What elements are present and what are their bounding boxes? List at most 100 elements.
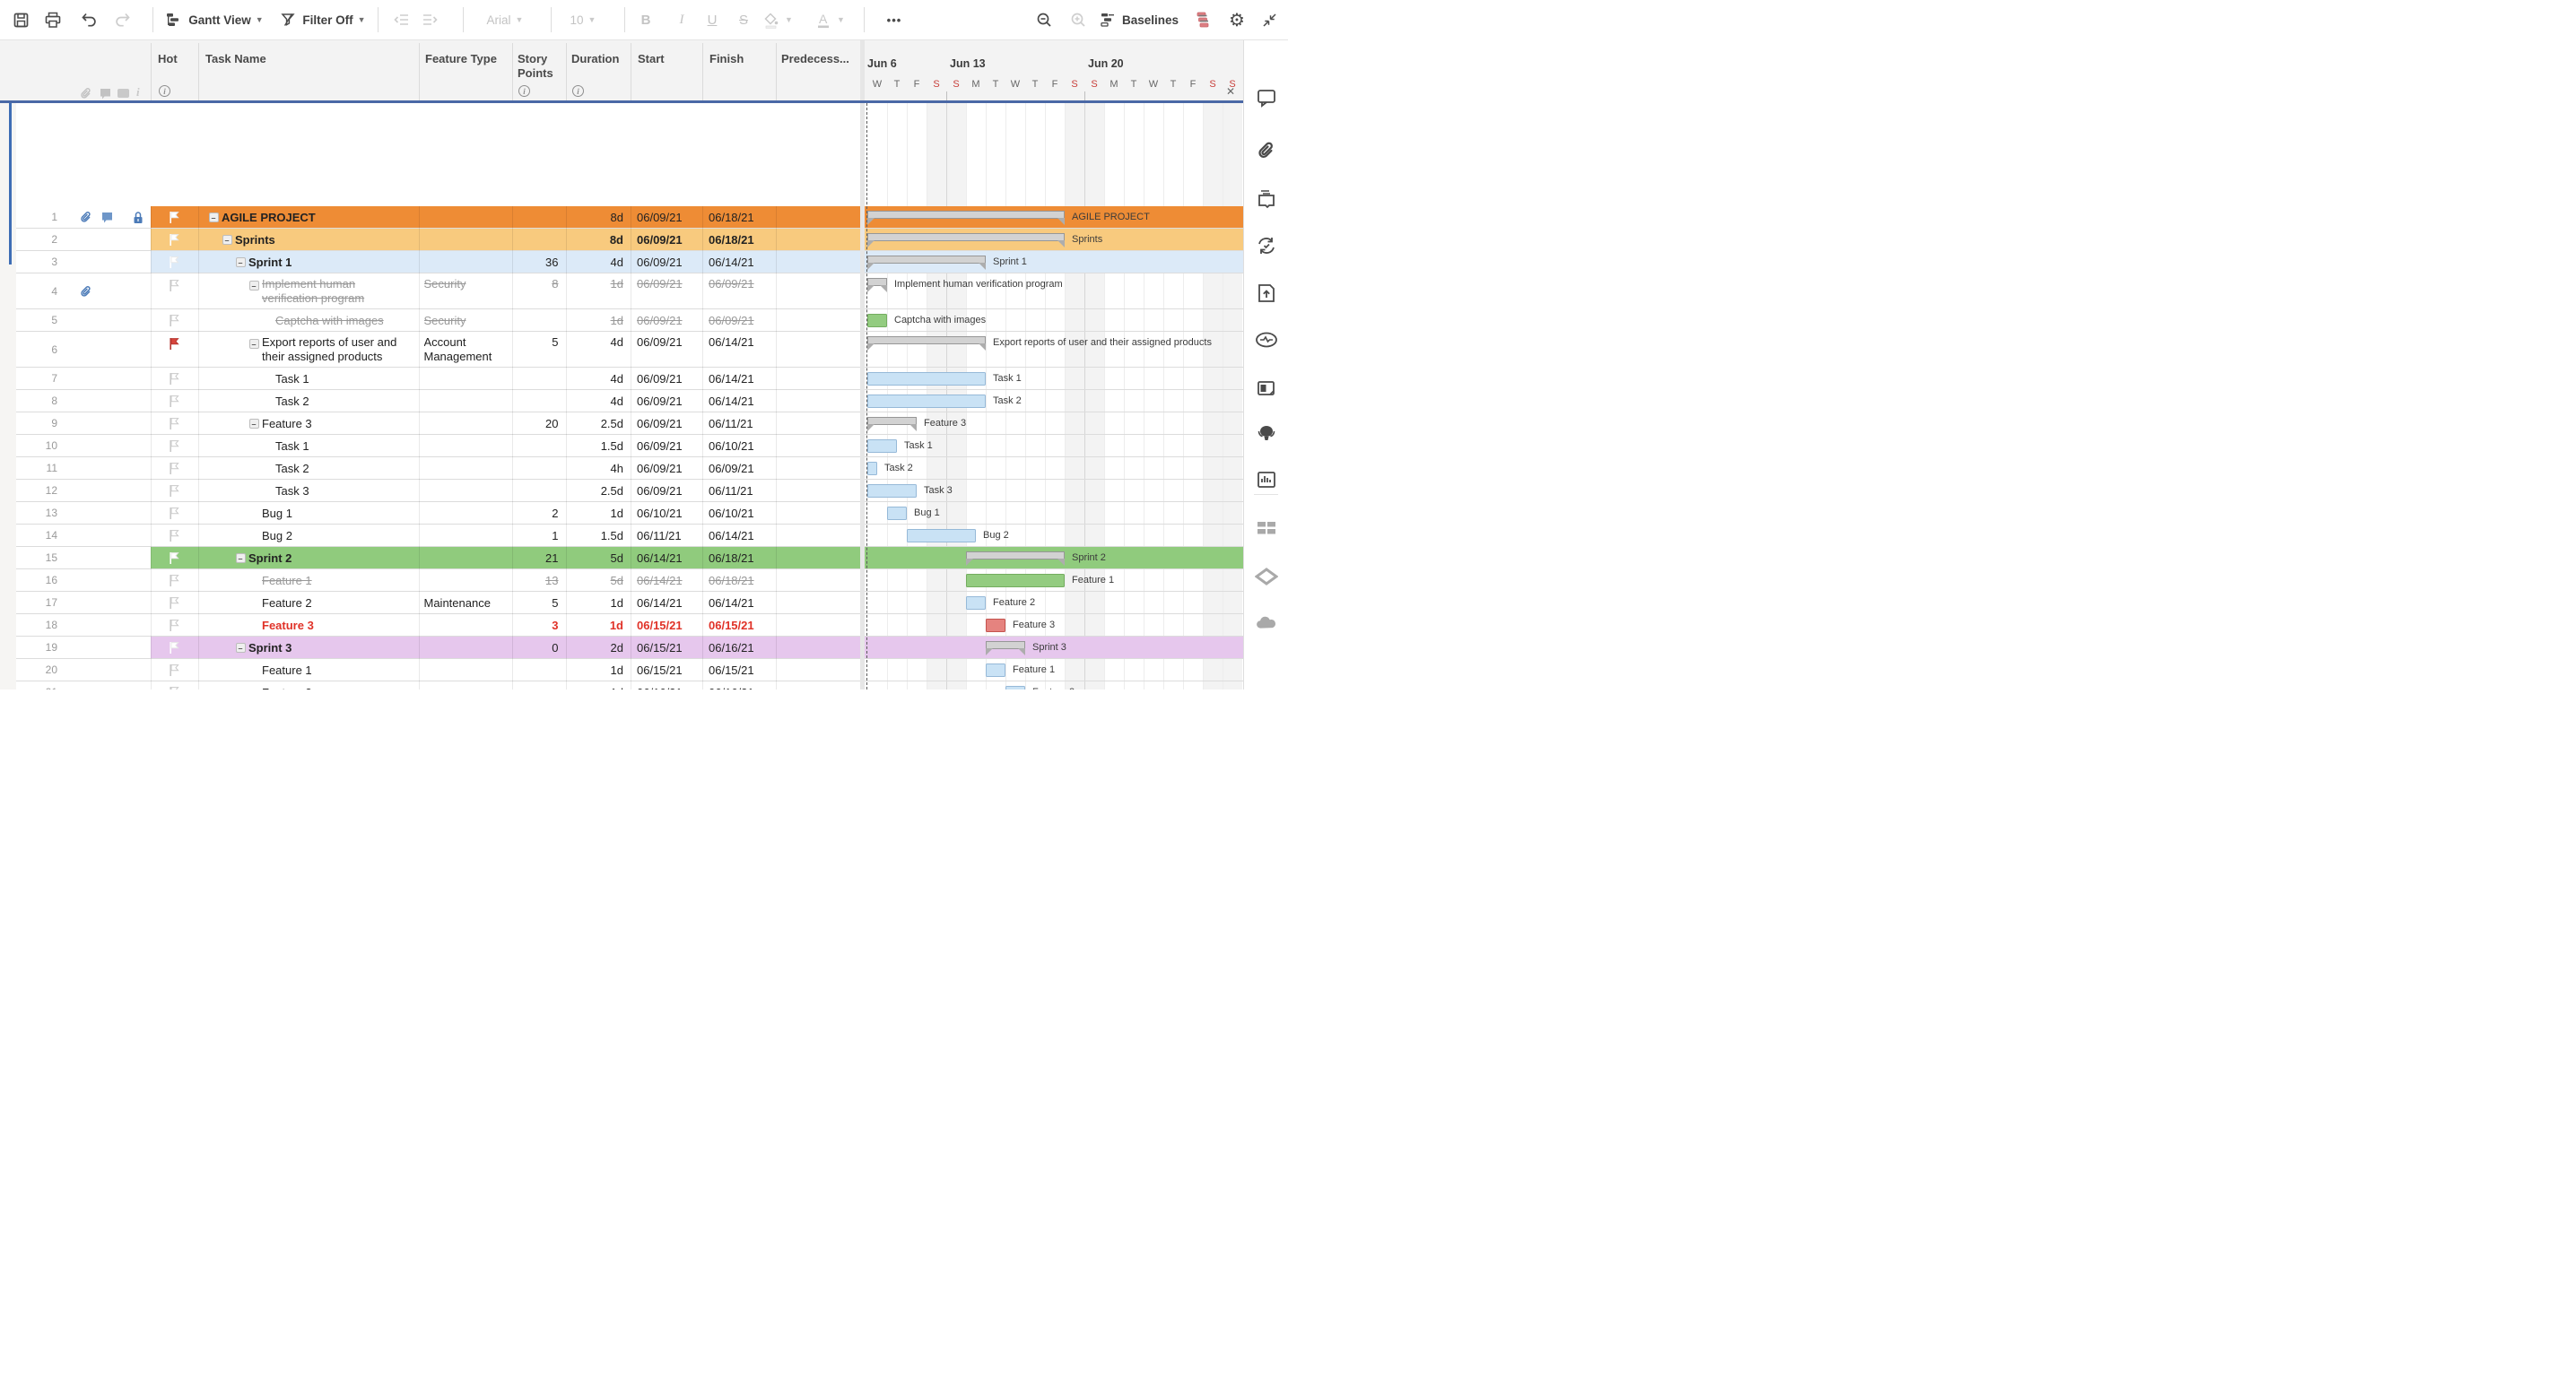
story-points-cell[interactable] bbox=[516, 229, 559, 251]
row-number[interactable]: 19 bbox=[18, 637, 57, 659]
gantt-task-bar[interactable] bbox=[867, 314, 887, 327]
story-points-cell[interactable]: 1 bbox=[516, 525, 559, 547]
finish-cell[interactable]: 06/10/21 bbox=[709, 502, 771, 525]
story-points-cell[interactable]: 3 bbox=[516, 614, 559, 637]
story-points-cell[interactable] bbox=[516, 390, 559, 412]
column-header-duration[interactable]: Duration bbox=[571, 52, 627, 66]
settings-button[interactable]: ⚙ bbox=[1222, 0, 1252, 39]
hot-flag[interactable] bbox=[169, 439, 180, 453]
start-cell[interactable]: 06/09/21 bbox=[637, 480, 698, 502]
sidebar-proofs-icon[interactable] bbox=[1255, 186, 1278, 210]
feature-type-cell[interactable]: Security bbox=[424, 309, 508, 332]
column-header-task-name[interactable]: Task Name bbox=[205, 52, 412, 66]
grid-gantt-splitter[interactable] bbox=[860, 40, 865, 690]
story-points-cell[interactable]: 20 bbox=[516, 412, 559, 435]
task-name-cell[interactable]: Task 1 bbox=[275, 435, 413, 457]
info-icon[interactable]: i bbox=[572, 85, 584, 97]
sidebar-apps-icon[interactable] bbox=[1255, 516, 1278, 540]
comment-icon[interactable] bbox=[100, 211, 114, 224]
gantt-summary-bar[interactable] bbox=[867, 233, 1065, 241]
predecessors-cell[interactable] bbox=[782, 681, 857, 690]
gantt-task-bar[interactable] bbox=[1005, 686, 1025, 690]
start-cell[interactable]: 06/09/21 bbox=[637, 332, 698, 351]
duration-cell[interactable]: 1d bbox=[570, 309, 624, 332]
redo-button[interactable] bbox=[109, 0, 136, 39]
finish-cell[interactable]: 06/14/21 bbox=[709, 332, 771, 351]
font-color-button[interactable]: A ▼ bbox=[814, 0, 845, 39]
finish-cell[interactable]: 06/14/21 bbox=[709, 390, 771, 412]
gantt-summary-bar[interactable] bbox=[867, 256, 986, 264]
duration-cell[interactable]: 2.5d bbox=[570, 412, 624, 435]
task-name-cell[interactable]: Feature 1 bbox=[262, 569, 413, 592]
predecessors-cell[interactable] bbox=[782, 390, 857, 412]
feature-type-cell[interactable]: Security bbox=[424, 273, 508, 309]
lock-icon[interactable] bbox=[132, 211, 144, 225]
feature-type-cell[interactable]: Account Management bbox=[424, 332, 508, 368]
start-cell[interactable]: 06/15/21 bbox=[637, 637, 698, 659]
duration-cell[interactable]: 1d bbox=[570, 273, 624, 293]
row-number[interactable]: 12 bbox=[18, 480, 57, 502]
duration-cell[interactable]: 8d bbox=[570, 229, 624, 251]
duration-cell[interactable]: 1d bbox=[570, 614, 624, 637]
column-header-story-points[interactable]: Story Points bbox=[518, 52, 566, 81]
table-row[interactable]: 17 Feature 2Maintenance51d06/14/2106/14/… bbox=[0, 592, 1243, 614]
predecessors-cell[interactable] bbox=[782, 251, 857, 273]
story-points-cell[interactable] bbox=[516, 659, 559, 681]
predecessors-cell[interactable] bbox=[782, 457, 857, 480]
row-number[interactable]: 15 bbox=[18, 547, 57, 569]
start-cell[interactable]: 06/09/21 bbox=[637, 206, 698, 229]
task-name-cell[interactable]: Sprint 1 bbox=[248, 251, 413, 273]
gantt-summary-bar[interactable] bbox=[966, 551, 1065, 559]
start-cell[interactable]: 06/14/21 bbox=[637, 592, 698, 614]
underline-button[interactable]: U bbox=[700, 0, 725, 39]
finish-cell[interactable]: 06/18/21 bbox=[709, 229, 771, 251]
start-cell[interactable]: 06/16/21 bbox=[637, 681, 698, 690]
story-points-cell[interactable]: 2 bbox=[516, 502, 559, 525]
paperclip-icon[interactable] bbox=[79, 211, 93, 225]
save-button[interactable] bbox=[7, 0, 34, 39]
duration-cell[interactable]: 5d bbox=[570, 547, 624, 569]
gantt-task-bar[interactable] bbox=[867, 395, 986, 408]
duration-cell[interactable]: 1d bbox=[570, 659, 624, 681]
finish-cell[interactable]: 06/15/21 bbox=[709, 614, 771, 637]
predecessors-cell[interactable] bbox=[782, 368, 857, 390]
predecessors-cell[interactable] bbox=[782, 435, 857, 457]
finish-cell[interactable]: 06/09/21 bbox=[709, 273, 771, 293]
hot-flag[interactable] bbox=[169, 417, 180, 430]
finish-cell[interactable]: 06/14/21 bbox=[709, 592, 771, 614]
row-number[interactable]: 3 bbox=[18, 251, 57, 273]
start-cell[interactable]: 06/09/21 bbox=[637, 412, 698, 435]
gantt-summary-bar[interactable] bbox=[867, 211, 1065, 219]
duration-cell[interactable]: 8d bbox=[570, 206, 624, 229]
italic-button[interactable]: I bbox=[669, 0, 694, 39]
task-name-cell[interactable]: Implement human verification program bbox=[262, 273, 413, 309]
row-number[interactable]: 13 bbox=[18, 502, 57, 525]
hot-flag[interactable] bbox=[169, 233, 180, 247]
collapse-toggle[interactable]: – bbox=[236, 257, 246, 267]
collapse-toggle[interactable]: – bbox=[249, 339, 259, 349]
start-cell[interactable]: 06/14/21 bbox=[637, 547, 698, 569]
row-number[interactable]: 1 bbox=[18, 206, 57, 229]
hot-flag[interactable] bbox=[169, 395, 180, 408]
table-row[interactable]: 20 Feature 11d06/15/2106/15/21 bbox=[0, 659, 1243, 681]
row-number[interactable]: 9 bbox=[18, 412, 57, 435]
finish-cell[interactable]: 06/16/21 bbox=[709, 681, 771, 690]
predecessors-cell[interactable] bbox=[782, 206, 857, 229]
row-number[interactable]: 20 bbox=[18, 659, 57, 681]
start-cell[interactable]: 06/09/21 bbox=[637, 273, 698, 293]
task-name-cell[interactable]: AGILE PROJECT bbox=[222, 206, 413, 229]
task-name-cell[interactable]: Task 3 bbox=[275, 480, 413, 502]
font-family-select[interactable]: Arial ▼ bbox=[474, 0, 536, 39]
story-points-cell[interactable]: 21 bbox=[516, 547, 559, 569]
gantt-task-bar[interactable] bbox=[867, 372, 986, 386]
predecessors-cell[interactable] bbox=[782, 569, 857, 592]
row-number[interactable]: 2 bbox=[18, 229, 57, 251]
start-cell[interactable]: 06/15/21 bbox=[637, 659, 698, 681]
row-number[interactable]: 11 bbox=[18, 457, 57, 480]
predecessors-cell[interactable] bbox=[782, 659, 857, 681]
predecessors-cell[interactable] bbox=[782, 273, 857, 293]
task-name-cell[interactable]: Task 1 bbox=[275, 368, 413, 390]
finish-cell[interactable]: 06/14/21 bbox=[709, 525, 771, 547]
feature-type-cell[interactable]: Maintenance bbox=[424, 592, 508, 614]
duration-cell[interactable]: 4d bbox=[570, 390, 624, 412]
